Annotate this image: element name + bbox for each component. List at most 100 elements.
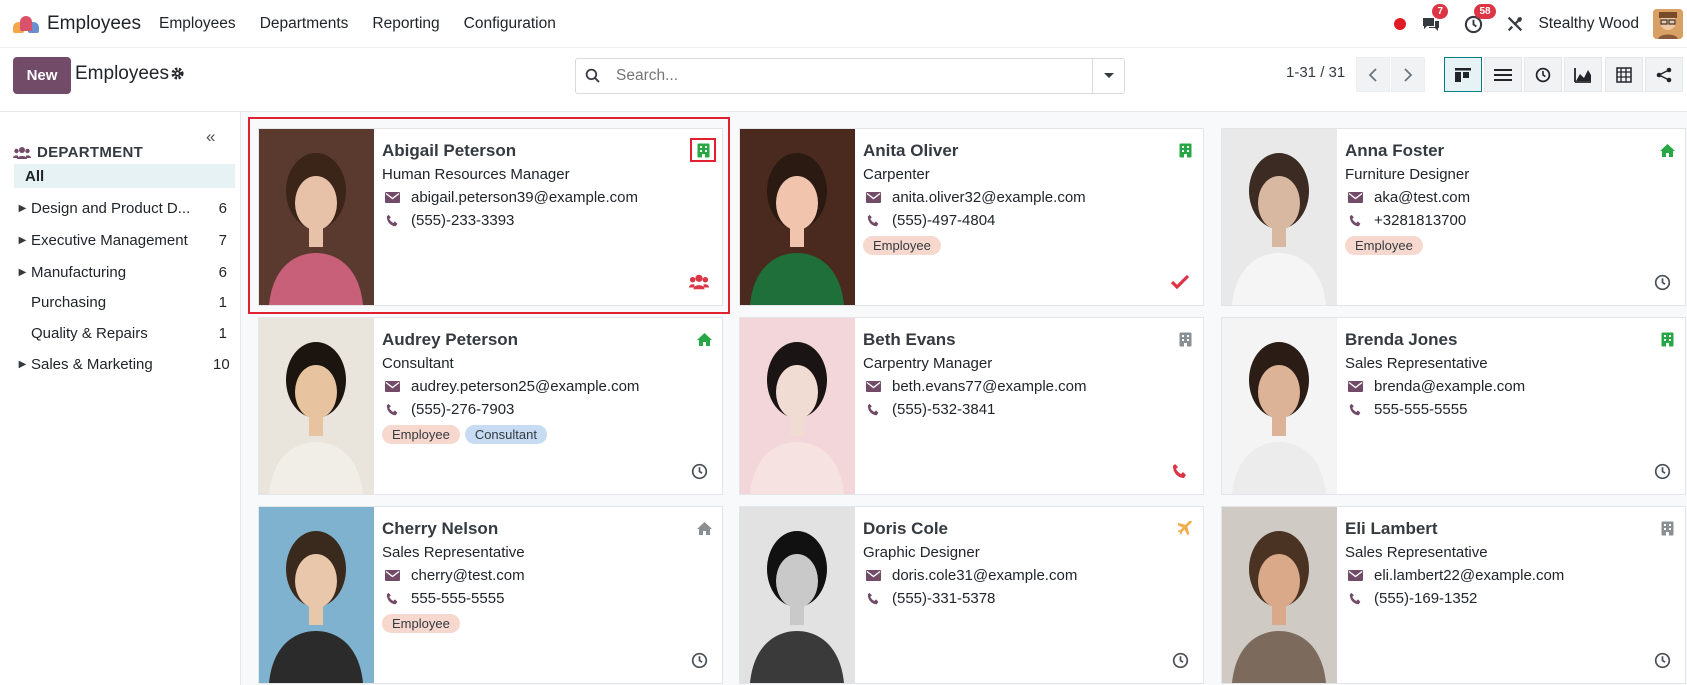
activities-clock-icon[interactable]: 58 xyxy=(1462,4,1496,35)
pager-next-button[interactable] xyxy=(1391,57,1425,92)
employee-name[interactable]: Eli Lambert xyxy=(1345,519,1438,539)
phone-icon[interactable] xyxy=(1170,461,1190,481)
user-name[interactable]: Stealthy Wood xyxy=(1538,15,1639,33)
expand-caret-icon[interactable]: ▶ xyxy=(14,359,31,370)
office-status-icon[interactable] xyxy=(1659,520,1675,536)
office-status-icon[interactable] xyxy=(1177,142,1193,158)
sidebar-item-sales-marketing[interactable]: ▶ Sales & Marketing 10 xyxy=(14,352,235,376)
menu-reporting[interactable]: Reporting xyxy=(372,15,439,33)
activities-badge: 58 xyxy=(1474,4,1496,19)
messages-icon[interactable]: 7 xyxy=(1420,4,1449,35)
expand-caret-icon[interactable]: ▶ xyxy=(14,235,31,246)
envelope-icon xyxy=(1345,381,1365,392)
employee-card[interactable]: Audrey Peterson Consultant audrey.peters… xyxy=(258,317,723,495)
employee-phone: 555-555-5555 xyxy=(411,590,505,607)
collapse-sidebar-icon[interactable]: « xyxy=(206,127,215,147)
employee-name[interactable]: Brenda Jones xyxy=(1345,330,1457,350)
tag-badge: Employee xyxy=(382,425,460,444)
recording-indicator-icon[interactable] xyxy=(1394,18,1407,30)
sidebar-item-quality-repairs[interactable]: Quality & Repairs 1 xyxy=(14,321,235,345)
envelope-icon xyxy=(382,381,402,392)
clock-icon[interactable] xyxy=(689,461,709,481)
sidebar-item-manufacturing[interactable]: ▶ Manufacturing 6 xyxy=(14,260,235,284)
expand-caret-icon[interactable]: ▶ xyxy=(14,203,31,214)
employee-card[interactable]: Anna Foster Furniture Designer aka@test.… xyxy=(1221,128,1686,306)
employee-name[interactable]: Cherry Nelson xyxy=(382,519,498,539)
page-title: Employees xyxy=(75,63,169,84)
clock-icon[interactable] xyxy=(689,650,709,670)
employee-name[interactable]: Beth Evans xyxy=(863,330,956,350)
app-name[interactable]: Employees xyxy=(47,13,141,35)
kanban-view-button[interactable] xyxy=(1444,57,1482,92)
search-input[interactable] xyxy=(610,67,1092,85)
phone-icon xyxy=(863,592,883,605)
search-options-toggle[interactable] xyxy=(1092,59,1124,93)
employees-app-icon[interactable] xyxy=(11,13,41,35)
new-button[interactable]: New xyxy=(13,57,71,94)
clock-icon[interactable] xyxy=(1652,650,1672,670)
tools-icon[interactable] xyxy=(1504,13,1526,35)
pivot-view-button[interactable] xyxy=(1605,57,1643,92)
menu-employees[interactable]: Employees xyxy=(159,15,236,33)
employee-phone-row: 555-555-5555 xyxy=(1345,401,1467,418)
employee-job-title: Carpentry Manager xyxy=(863,355,993,372)
pager-value[interactable]: 1-31 / 31 xyxy=(1286,64,1345,81)
expand-caret-icon[interactable]: ▶ xyxy=(14,267,31,278)
office-status-icon[interactable] xyxy=(1177,331,1193,347)
sidebar-item-design-product[interactable]: ▶ Design and Product D... 6 xyxy=(14,196,235,220)
home-status-icon[interactable] xyxy=(696,331,712,347)
sidebar-item-all[interactable]: All xyxy=(14,164,235,188)
employee-email-row: beth.evans77@example.com xyxy=(863,378,1087,395)
tag-badge: Employee xyxy=(1345,236,1423,255)
phone-icon xyxy=(382,214,402,227)
pager-previous-button[interactable] xyxy=(1356,57,1390,92)
employee-email-row: aka@test.com xyxy=(1345,189,1470,206)
graph-view-button[interactable] xyxy=(1564,57,1602,92)
sidebar-item-purchasing[interactable]: Purchasing 1 xyxy=(14,290,235,314)
employee-name[interactable]: Audrey Peterson xyxy=(382,330,518,350)
plane-status-icon[interactable] xyxy=(1177,520,1193,536)
tag-badge: Consultant xyxy=(464,425,547,444)
office-status-icon[interactable] xyxy=(1659,331,1675,347)
employee-card[interactable]: Cherry Nelson Sales Representative cherr… xyxy=(258,506,723,684)
gear-icon[interactable] xyxy=(170,66,185,86)
clock-icon[interactable] xyxy=(1170,650,1190,670)
clock-icon[interactable] xyxy=(1652,272,1672,292)
menu-departments[interactable]: Departments xyxy=(260,15,349,33)
search-icon xyxy=(576,68,610,84)
main-menu: Employees Departments Reporting Configur… xyxy=(159,15,580,33)
employee-name[interactable]: Doris Cole xyxy=(863,519,948,539)
envelope-icon xyxy=(1345,570,1365,581)
search-bar xyxy=(575,58,1125,94)
people-icon[interactable] xyxy=(689,272,709,292)
clock-icon[interactable] xyxy=(1652,461,1672,481)
user-avatar[interactable] xyxy=(1653,9,1683,39)
menu-configuration[interactable]: Configuration xyxy=(464,15,556,33)
employee-name[interactable]: Abigail Peterson xyxy=(382,141,516,161)
employee-card[interactable]: Doris Cole Graphic Designer doris.cole31… xyxy=(739,506,1204,684)
employee-phone: (555)-497-4804 xyxy=(892,212,996,229)
employee-card[interactable]: Anita Oliver Carpenter anita.oliver32@ex… xyxy=(739,128,1204,306)
hierarchy-view-button[interactable] xyxy=(1645,57,1683,92)
employee-phone: (555)-276-7903 xyxy=(411,401,515,418)
employee-email-row: eli.lambert22@example.com xyxy=(1345,567,1564,584)
check-icon[interactable] xyxy=(1170,272,1190,292)
envelope-icon xyxy=(1345,192,1365,203)
sidebar-item-executive-management[interactable]: ▶ Executive Management 7 xyxy=(14,228,235,252)
employee-card[interactable]: Brenda Jones Sales Representative brenda… xyxy=(1221,317,1686,495)
activity-view-button[interactable] xyxy=(1524,57,1562,92)
top-navbar: Employees Employees Departments Reportin… xyxy=(0,0,1687,48)
employee-name[interactable]: Anna Foster xyxy=(1345,141,1444,161)
employee-name[interactable]: Anita Oliver xyxy=(863,141,958,161)
employee-card[interactable]: Eli Lambert Sales Representative eli.lam… xyxy=(1221,506,1686,684)
employee-card[interactable]: Beth Evans Carpentry Manager beth.evans7… xyxy=(739,317,1204,495)
employee-email-row: abigail.peterson39@example.com xyxy=(382,189,638,206)
employee-phone-row: (555)-532-3841 xyxy=(863,401,995,418)
employee-card[interactable]: Abigail Peterson Human Resources Manager… xyxy=(258,128,723,306)
employee-phone: (555)-331-5378 xyxy=(892,590,996,607)
list-view-button[interactable] xyxy=(1484,57,1522,92)
home-status-icon[interactable] xyxy=(696,520,712,536)
office-status-icon[interactable] xyxy=(690,138,716,162)
home-status-icon[interactable] xyxy=(1659,142,1675,158)
employee-email-row: brenda@example.com xyxy=(1345,378,1525,395)
